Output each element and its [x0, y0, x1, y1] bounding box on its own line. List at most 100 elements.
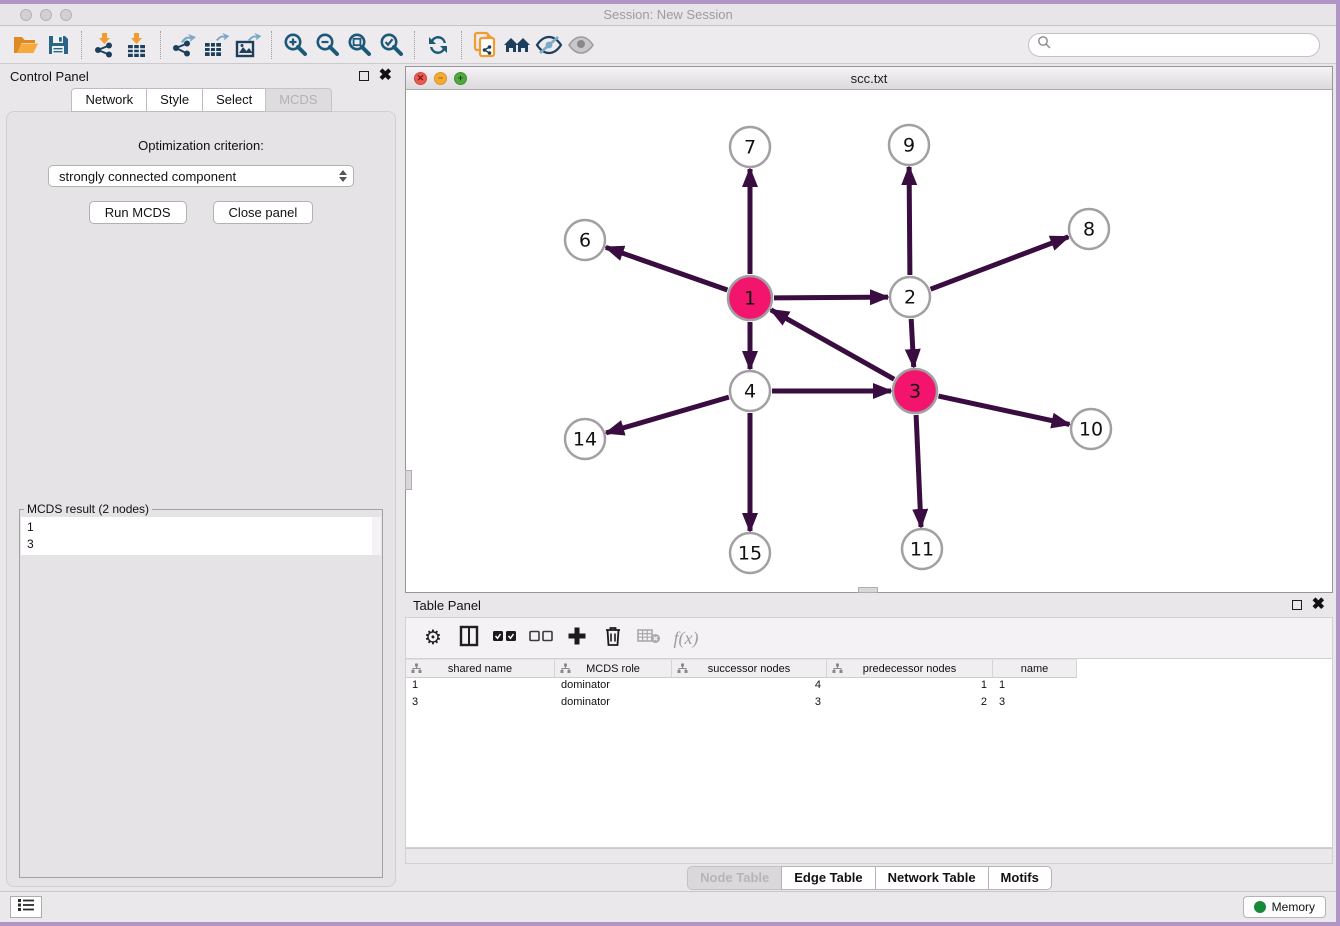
- save-session-button[interactable]: [42, 30, 74, 60]
- graph-edge-2-3[interactable]: [911, 319, 914, 367]
- float-table-panel-icon[interactable]: [1292, 600, 1302, 610]
- zoom-out-button[interactable]: [311, 30, 343, 60]
- svg-text:7: 7: [744, 137, 756, 159]
- splitter-handle-left[interactable]: [405, 470, 412, 490]
- deselect-all-columns-button[interactable]: [526, 623, 556, 653]
- float-panel-icon[interactable]: [359, 71, 369, 81]
- criterion-select[interactable]: strongly connected component: [48, 165, 354, 187]
- open-session-button[interactable]: [10, 30, 42, 60]
- copy-network-view-button[interactable]: [469, 30, 501, 60]
- tab-style[interactable]: Style: [146, 88, 203, 112]
- table-settings-button[interactable]: ⚙: [418, 623, 448, 653]
- network-canvas[interactable]: 7 9 6 8 1 2 4 3 14 10 15 11: [406, 90, 1332, 592]
- graph-edge-2-8[interactable]: [931, 237, 1069, 289]
- graph-edge-3-11[interactable]: [916, 415, 921, 527]
- table-cell[interactable]: 4: [672, 678, 827, 695]
- main-toolbar: [0, 26, 1336, 64]
- export-table-button[interactable]: [200, 30, 232, 60]
- plus-icon: [567, 626, 587, 651]
- delete-table-button[interactable]: [634, 623, 664, 653]
- table-cell[interactable]: 1: [827, 678, 993, 695]
- search-input[interactable]: [1056, 38, 1311, 52]
- function-builder-button[interactable]: f(x): [670, 623, 700, 653]
- graph-node-9[interactable]: 9: [889, 125, 929, 165]
- import-network-button[interactable]: [89, 30, 121, 60]
- column-header-2[interactable]: successor nodes: [672, 659, 827, 678]
- task-history-button[interactable]: [10, 896, 42, 918]
- tab-mcds[interactable]: MCDS: [265, 88, 331, 112]
- table-cell[interactable]: dominator: [555, 695, 672, 712]
- mcds-result-text[interactable]: 1 3: [21, 517, 381, 555]
- graph-edge-1-2[interactable]: [774, 297, 888, 298]
- tab-edge-table[interactable]: Edge Table: [781, 866, 875, 890]
- refresh-layout-button[interactable]: [422, 30, 454, 60]
- graph-node-2[interactable]: 2: [890, 277, 930, 317]
- table-row[interactable]: 1dominator411: [406, 678, 1332, 695]
- table-cell[interactable]: 1: [993, 678, 1077, 695]
- split-columns-icon: [459, 625, 479, 652]
- graph-node-7[interactable]: 7: [730, 127, 770, 167]
- graph-node-14[interactable]: 14: [565, 419, 605, 459]
- tab-node-table[interactable]: Node Table: [687, 866, 782, 890]
- column-header-4[interactable]: name: [993, 659, 1077, 678]
- fx-icon: f(x): [674, 628, 699, 649]
- reset-layout-button[interactable]: [501, 30, 533, 60]
- splitter-handle-bottom[interactable]: [858, 587, 878, 593]
- graph-node-1[interactable]: 1: [728, 276, 772, 320]
- run-mcds-button[interactable]: Run MCDS: [89, 201, 187, 224]
- memory-button[interactable]: Memory: [1243, 896, 1326, 918]
- network-graph[interactable]: 7 9 6 8 1 2 4 3 14 10 15 11: [406, 90, 1334, 591]
- graph-edge-3-1[interactable]: [771, 310, 894, 379]
- hide-selected-button[interactable]: [533, 30, 565, 60]
- table-row[interactable]: 3dominator323: [406, 695, 1332, 712]
- search-box[interactable]: [1028, 33, 1320, 57]
- graph-node-6[interactable]: 6: [565, 220, 605, 260]
- table-cell[interactable]: 2: [827, 695, 993, 712]
- table-footer-strip: [405, 848, 1333, 864]
- close-panel-button[interactable]: Close panel: [213, 201, 314, 224]
- graph-node-8[interactable]: 8: [1069, 209, 1109, 249]
- import-table-button[interactable]: [121, 30, 153, 60]
- add-column-button[interactable]: [562, 623, 592, 653]
- split-view-button[interactable]: [454, 623, 484, 653]
- export-network-button[interactable]: [168, 30, 200, 60]
- tab-network-table[interactable]: Network Table: [875, 866, 989, 890]
- network-maximize-button[interactable]: +: [454, 72, 467, 85]
- tab-network[interactable]: Network: [71, 88, 147, 112]
- graph-node-10[interactable]: 10: [1071, 409, 1111, 449]
- graph-edge-2-9[interactable]: [909, 167, 910, 275]
- graph-node-4[interactable]: 4: [730, 371, 770, 411]
- zoom-fit-button[interactable]: [343, 30, 375, 60]
- tab-motifs[interactable]: Motifs: [988, 866, 1052, 890]
- close-table-panel-icon[interactable]: ✖: [1312, 600, 1325, 610]
- table-cell[interactable]: 1: [406, 678, 555, 695]
- select-all-columns-button[interactable]: [490, 623, 520, 653]
- graph-edge-4-14[interactable]: [606, 397, 729, 433]
- close-panel-icon[interactable]: ✖: [379, 71, 392, 81]
- optimization-criterion-label: Optimization criterion:: [138, 138, 264, 153]
- graph-node-11[interactable]: 11: [902, 529, 942, 569]
- svg-text:4: 4: [744, 381, 756, 403]
- graph-node-15[interactable]: 15: [730, 533, 770, 573]
- tab-select[interactable]: Select: [202, 88, 266, 112]
- svg-text:14: 14: [573, 429, 597, 451]
- zoom-in-button[interactable]: [279, 30, 311, 60]
- graph-edge-3-10[interactable]: [939, 396, 1070, 424]
- table-cell[interactable]: 3: [672, 695, 827, 712]
- graph-node-3[interactable]: 3: [893, 369, 937, 413]
- network-minimize-button[interactable]: −: [434, 72, 447, 85]
- column-header-0[interactable]: shared name: [406, 659, 555, 678]
- trash-icon: [604, 625, 622, 652]
- column-header-3[interactable]: predecessor nodes: [827, 659, 993, 678]
- network-close-button[interactable]: ✕: [414, 72, 427, 85]
- column-header-1[interactable]: MCDS role: [555, 659, 672, 678]
- table-cell[interactable]: 3: [406, 695, 555, 712]
- export-image-button[interactable]: [232, 30, 264, 60]
- zoom-selected-button[interactable]: [375, 30, 407, 60]
- show-all-button[interactable]: [565, 30, 597, 60]
- graph-edge-1-6[interactable]: [606, 247, 728, 290]
- table-cell[interactable]: 3: [993, 695, 1077, 712]
- delete-column-button[interactable]: [598, 623, 628, 653]
- unchecked-boxes-icon: [529, 629, 553, 647]
- table-cell[interactable]: dominator: [555, 678, 672, 695]
